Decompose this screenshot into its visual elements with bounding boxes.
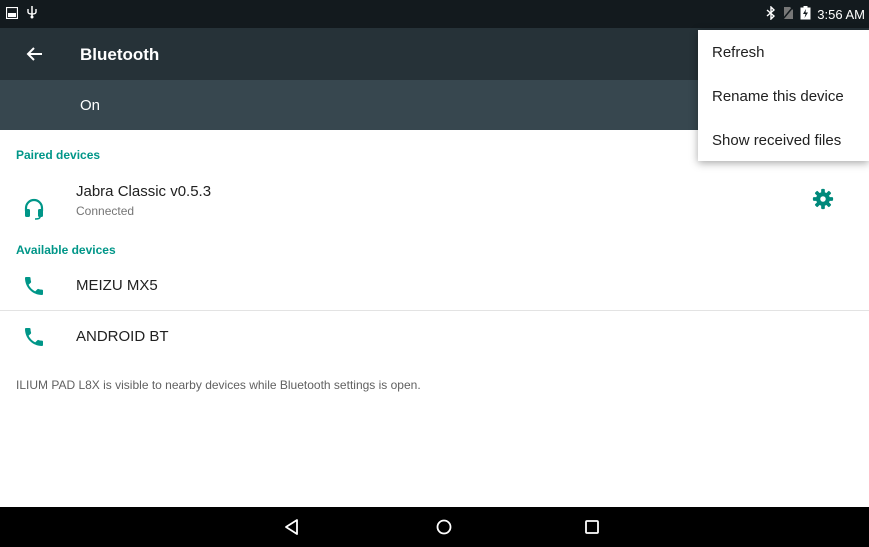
menu-item-rename-device[interactable]: Rename this device (698, 77, 869, 117)
headset-icon (24, 198, 44, 220)
navigation-bar (0, 507, 869, 547)
clock: 3:56 AM (817, 7, 865, 22)
usb-icon (26, 5, 38, 24)
gear-icon[interactable] (812, 188, 834, 210)
device-name: Jabra Classic v0.5.3 (76, 183, 212, 200)
switch-label: On (80, 97, 101, 114)
phone-icon (25, 328, 43, 346)
status-bar: 3:56 AM (0, 0, 869, 28)
back-triangle-icon[interactable] (282, 517, 302, 537)
menu-item-show-received-files[interactable]: Show received files (698, 121, 869, 161)
device-name: ANDROID BT (76, 328, 169, 345)
available-devices-header: Available devices (16, 243, 116, 257)
arrow-back-icon (26, 47, 42, 61)
page-title: Bluetooth (80, 45, 160, 64)
paired-devices-header: Paired devices (16, 148, 101, 162)
back-button[interactable] (22, 42, 48, 66)
paired-device-row[interactable]: Jabra Classic v0.5.3 Connected (0, 176, 869, 226)
battery-charging-icon (800, 6, 811, 23)
no-sim-icon (782, 6, 794, 23)
recents-square-icon[interactable] (582, 517, 602, 537)
device-name: MEIZU MX5 (76, 277, 158, 294)
divider (0, 310, 869, 311)
available-device-row[interactable]: MEIZU MX5 (0, 262, 869, 308)
available-device-row[interactable]: ANDROID BT (0, 313, 869, 359)
phone-icon (25, 277, 43, 295)
home-circle-icon[interactable] (434, 517, 454, 537)
bluetooth-icon (766, 5, 776, 23)
menu-item-refresh[interactable]: Refresh (698, 33, 869, 73)
overflow-menu: Refresh Rename this device Show received… (698, 30, 869, 161)
gallery-notification-icon (5, 6, 19, 24)
device-status: Connected (76, 204, 135, 218)
visibility-note: ILIUM PAD L8X is visible to nearby devic… (16, 378, 421, 392)
